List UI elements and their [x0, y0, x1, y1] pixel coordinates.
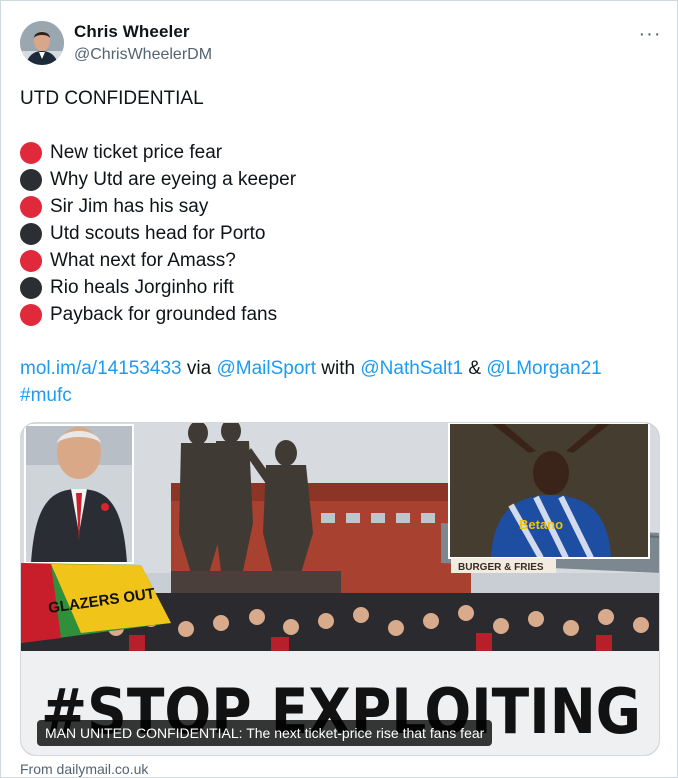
with-text: with — [316, 358, 361, 379]
black-circle-icon — [20, 222, 42, 245]
bullet-text: New ticket price fear — [50, 142, 223, 163]
stall-sign-text: BURGER & FRIES — [458, 562, 544, 573]
black-circle-icon — [20, 276, 42, 299]
black-circle-icon — [20, 168, 42, 191]
mention-mailsport[interactable]: @MailSport — [216, 358, 316, 379]
bullet-text: Sir Jim has his say — [50, 196, 209, 217]
bullet-item: What next for Amass? — [20, 247, 660, 274]
links-line: mol.im/a/14153433 via @MailSport with @N… — [20, 355, 660, 382]
article-link[interactable]: mol.im/a/14153433 — [20, 358, 182, 379]
bullet-item: Sir Jim has his say — [20, 193, 660, 220]
tweet-text: UTD CONFIDENTIAL New ticket price fear W… — [20, 85, 660, 409]
bullet-item: Utd scouts head for Porto — [20, 220, 660, 247]
bullet-item: Payback for grounded fans — [20, 301, 660, 328]
article-photo-collage: Betano BURGER & FRIES GLAZERS OUT #STOP … — [21, 423, 659, 755]
shirt-sponsor-text: Betano — [519, 517, 563, 532]
tweet-headline: UTD CONFIDENTIAL — [20, 88, 204, 109]
bullet-text: What next for Amass? — [50, 250, 236, 271]
author-avatar[interactable] — [20, 21, 64, 65]
author-handle[interactable]: @ChrisWheelerDM — [74, 46, 212, 64]
card-caption: MAN UNITED CONFIDENTIAL: The next ticket… — [37, 720, 493, 746]
more-options-button[interactable]: ··· — [633, 19, 667, 49]
tweet-card[interactable]: Chris Wheeler @ChrisWheelerDM ··· UTD CO… — [0, 0, 678, 778]
bullet-item: New ticket price fear — [20, 139, 660, 166]
and-text: & — [463, 358, 487, 379]
author-name[interactable]: Chris Wheeler — [74, 22, 190, 42]
via-text: via — [181, 358, 217, 379]
mention-lmorgan21[interactable]: @LMorgan21 — [486, 358, 601, 379]
bullet-item: Why Utd are eyeing a keeper — [20, 166, 660, 193]
bullet-text: Why Utd are eyeing a keeper — [50, 169, 297, 190]
hashtag-mufc[interactable]: #mufc — [20, 385, 72, 406]
mention-nathsalt1[interactable]: @NathSalt1 — [360, 358, 463, 379]
red-circle-icon — [20, 195, 42, 218]
red-circle-icon — [20, 249, 42, 272]
bullet-item: Rio heals Jorginho rift — [20, 274, 660, 301]
link-source[interactable]: From dailymail.co.uk — [20, 761, 148, 777]
bullet-text: Rio heals Jorginho rift — [50, 277, 234, 298]
bullet-text: Payback for grounded fans — [50, 304, 278, 325]
bullet-text: Utd scouts head for Porto — [50, 223, 266, 244]
hashtag-line: #mufc — [20, 382, 660, 409]
link-card-image[interactable]: Betano BURGER & FRIES GLAZERS OUT #STOP … — [20, 422, 660, 756]
more-horizontal-icon: ··· — [638, 22, 662, 45]
red-circle-icon — [20, 303, 42, 326]
red-circle-icon — [20, 141, 42, 164]
